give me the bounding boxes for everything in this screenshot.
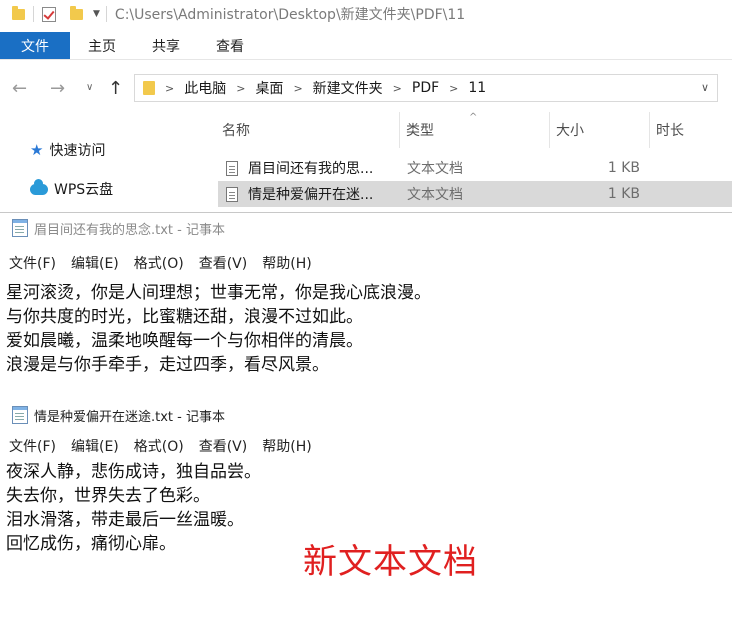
- file-row[interactable]: 眉目间还有我的思... 文本文档 1 KB: [218, 155, 732, 181]
- notepad-title: 眉目间还有我的思念.txt - 记事本: [34, 222, 225, 238]
- title-divider: [105, 6, 107, 22]
- up-arrow-icon[interactable]: ↑: [108, 78, 123, 99]
- text-line: 爱如晨曦，温柔地唤醒每一个与你相伴的清晨。: [6, 331, 363, 351]
- forward-arrow-icon[interactable]: →: [50, 78, 65, 99]
- notepad-icon: [12, 219, 28, 237]
- chevron-right-icon[interactable]: >: [293, 82, 302, 95]
- menu-edit[interactable]: 编辑(E): [71, 253, 119, 273]
- breadcrumb-11[interactable]: 11: [468, 80, 486, 96]
- chevron-right-icon[interactable]: >: [236, 82, 245, 95]
- explorer-titlebar: ▼ C:\Users\Administrator\Desktop\新建文件夹\P…: [0, 0, 732, 28]
- chevron-right-icon[interactable]: >: [393, 82, 402, 95]
- notepad-window-2[interactable]: 情是种爱偏开在迷途.txt - 记事本 文件(F) 编辑(E) 格式(O) 查看…: [0, 400, 732, 632]
- file-list: ^ 名称 类型 大小 时长 眉目间还有我的思... 文本文档 1 KB 情是种爱…: [216, 112, 732, 212]
- menu-edit[interactable]: 编辑(E): [71, 436, 119, 456]
- tab-share[interactable]: 共享: [134, 32, 198, 59]
- file-name: 眉目间还有我的思...: [248, 161, 374, 177]
- file-name: 情是种爱偏开在迷...: [248, 187, 374, 203]
- navigation-bar: ← → ∨ ↑ > 此电脑 > 桌面 > 新建文件夹 > PDF > 11 ∨: [0, 68, 732, 108]
- quick-access-dropdown-icon[interactable]: ▼: [93, 9, 100, 19]
- text-line: 泪水滑落，带走最后一丝温暖。: [6, 510, 244, 530]
- text-line: 星河滚烫，你是人间理想；世事无常，你是我心底浪漫。: [6, 283, 431, 303]
- nav-item-quick-access[interactable]: ★ 快速访问: [30, 140, 105, 160]
- breadcrumb-desktop[interactable]: 桌面: [255, 78, 283, 98]
- overlay-caption: 新文本文档: [303, 542, 478, 582]
- text-line: 夜深人静，悲伤成诗，独自品尝。: [6, 462, 261, 482]
- notepad-title: 情是种爱偏开在迷途.txt - 记事本: [34, 409, 225, 425]
- ribbon-tabs: 文件 主页 共享 查看: [0, 32, 732, 60]
- properties-check-icon[interactable]: [42, 6, 56, 22]
- tab-view[interactable]: 查看: [198, 32, 262, 59]
- text-line: 浪漫是与你手牵手，走过四季，看尽风景。: [6, 355, 329, 375]
- star-icon: ★: [30, 141, 44, 159]
- notepad-window-1[interactable]: 眉目间还有我的思念.txt - 记事本 文件(F) 编辑(E) 格式(O) 查看…: [0, 212, 732, 400]
- column-header-type[interactable]: 类型: [400, 112, 550, 148]
- breadcrumb-pdf[interactable]: PDF: [412, 80, 439, 96]
- notepad-icon: [12, 406, 28, 424]
- menu-file[interactable]: 文件(F): [9, 253, 56, 273]
- address-bar[interactable]: > 此电脑 > 桌面 > 新建文件夹 > PDF > 11 ∨: [134, 74, 718, 102]
- nav-item-wps-cloud[interactable]: WPS云盘: [30, 178, 114, 199]
- navigation-pane: ★ 快速访问 WPS云盘: [0, 112, 216, 212]
- file-row-selected[interactable]: 情是种爱偏开在迷... 文本文档 1 KB: [218, 181, 732, 207]
- window-title-path: C:\Users\Administrator\Desktop\新建文件夹\PDF…: [114, 7, 466, 23]
- folder-icon[interactable]: [12, 5, 25, 20]
- menu-format[interactable]: 格式(O): [134, 436, 184, 456]
- file-type: 文本文档: [407, 187, 463, 203]
- notepad-menubar: 文件(F) 编辑(E) 格式(O) 查看(V) 帮助(H): [0, 251, 732, 275]
- tab-file[interactable]: 文件: [0, 32, 70, 59]
- address-dropdown-chevron-icon[interactable]: ∨: [701, 81, 709, 94]
- text-document-icon: [226, 160, 238, 176]
- back-arrow-icon[interactable]: ←: [12, 78, 27, 99]
- recent-locations-chevron-icon[interactable]: ∨: [86, 82, 93, 93]
- notepad-titlebar[interactable]: 眉目间还有我的思念.txt - 记事本: [0, 213, 732, 243]
- quick-access-divider: [33, 6, 34, 22]
- column-header-size[interactable]: 大小: [550, 112, 650, 148]
- chevron-right-icon[interactable]: >: [165, 82, 174, 95]
- chevron-right-icon[interactable]: >: [449, 82, 458, 95]
- new-folder-icon[interactable]: [70, 5, 83, 20]
- file-type: 文本文档: [407, 161, 463, 177]
- menu-format[interactable]: 格式(O): [134, 253, 184, 273]
- menu-help[interactable]: 帮助(H): [262, 436, 311, 456]
- text-line: 与你共度的时光，比蜜糖还甜，浪漫不过如此。: [6, 307, 363, 327]
- address-folder-icon: [143, 81, 155, 95]
- breadcrumb-this-pc[interactable]: 此电脑: [184, 78, 226, 98]
- file-size: 1 KB: [607, 160, 640, 176]
- breadcrumb-new-folder[interactable]: 新建文件夹: [313, 78, 383, 98]
- notepad-text-area[interactable]: 星河滚烫，你是人间理想；世事无常，你是我心底浪漫。 与你共度的时光，比蜜糖还甜，…: [6, 281, 726, 377]
- menu-help[interactable]: 帮助(H): [262, 253, 311, 273]
- tab-home[interactable]: 主页: [70, 32, 134, 59]
- menu-view[interactable]: 查看(V): [199, 253, 248, 273]
- nav-item-label: WPS云盘: [54, 182, 114, 198]
- column-header-name[interactable]: 名称: [216, 112, 400, 148]
- notepad-titlebar[interactable]: 情是种爱偏开在迷途.txt - 记事本: [0, 400, 732, 430]
- menu-file[interactable]: 文件(F): [9, 436, 56, 456]
- text-line: 失去你，世界失去了色彩。: [6, 486, 210, 506]
- text-document-icon: [226, 186, 238, 202]
- menu-view[interactable]: 查看(V): [199, 436, 248, 456]
- file-size: 1 KB: [607, 186, 640, 202]
- cloud-icon: [30, 178, 48, 195]
- nav-item-label: 快速访问: [49, 143, 106, 159]
- column-header-duration[interactable]: 时长: [650, 112, 732, 148]
- notepad-menubar: 文件(F) 编辑(E) 格式(O) 查看(V) 帮助(H): [0, 434, 732, 458]
